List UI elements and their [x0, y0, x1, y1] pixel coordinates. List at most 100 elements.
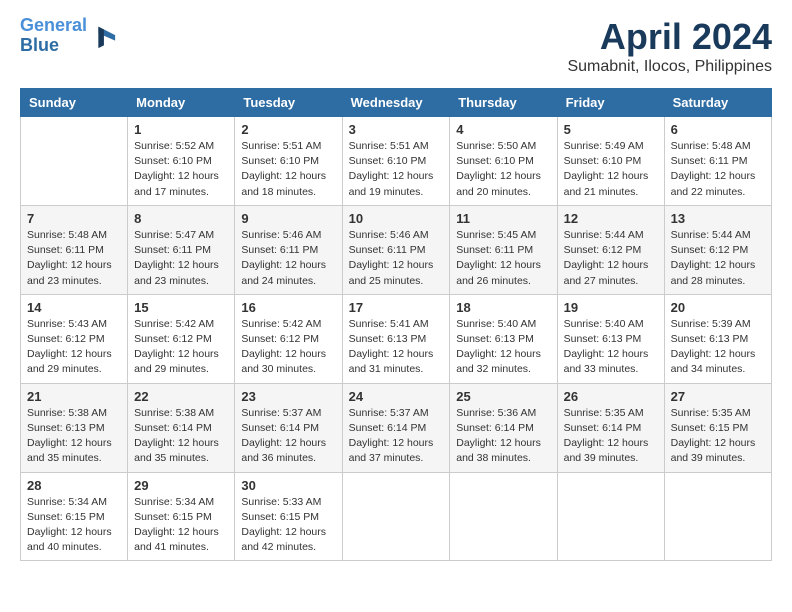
day-number: 16: [241, 300, 335, 315]
day-info: Sunrise: 5:36 AM Sunset: 6:14 PM Dayligh…: [456, 406, 550, 467]
day-number: 25: [456, 389, 550, 404]
calendar-cell: 25 Sunrise: 5:36 AM Sunset: 6:14 PM Dayli…: [450, 383, 557, 472]
day-info: Sunrise: 5:48 AM Sunset: 6:11 PM Dayligh…: [27, 228, 121, 289]
day-number: 5: [564, 122, 658, 137]
day-number: 26: [564, 389, 658, 404]
day-number: 20: [671, 300, 765, 315]
day-number: 1: [134, 122, 228, 137]
calendar-cell: 23 Sunrise: 5:37 AM Sunset: 6:14 PM Dayli…: [235, 383, 342, 472]
calendar-cell: 22 Sunrise: 5:38 AM Sunset: 6:14 PM Dayli…: [128, 383, 235, 472]
day-number: 29: [134, 478, 228, 493]
header-day-saturday: Saturday: [664, 89, 771, 117]
day-info: Sunrise: 5:38 AM Sunset: 6:13 PM Dayligh…: [27, 406, 121, 467]
calendar-cell: 26 Sunrise: 5:35 AM Sunset: 6:14 PM Dayli…: [557, 383, 664, 472]
calendar-cell: 13 Sunrise: 5:44 AM Sunset: 6:12 PM Dayli…: [664, 205, 771, 294]
day-info: Sunrise: 5:38 AM Sunset: 6:14 PM Dayligh…: [134, 406, 228, 467]
day-number: 19: [564, 300, 658, 315]
day-number: 23: [241, 389, 335, 404]
day-number: 17: [349, 300, 444, 315]
day-info: Sunrise: 5:43 AM Sunset: 6:12 PM Dayligh…: [27, 317, 121, 378]
day-number: 10: [349, 211, 444, 226]
day-info: Sunrise: 5:37 AM Sunset: 6:14 PM Dayligh…: [349, 406, 444, 467]
day-info: Sunrise: 5:49 AM Sunset: 6:10 PM Dayligh…: [564, 139, 658, 200]
calendar-cell: 10 Sunrise: 5:46 AM Sunset: 6:11 PM Dayli…: [342, 205, 450, 294]
calendar-cell: 16 Sunrise: 5:42 AM Sunset: 6:12 PM Dayli…: [235, 294, 342, 383]
calendar-cell: 19 Sunrise: 5:40 AM Sunset: 6:13 PM Dayli…: [557, 294, 664, 383]
header-day-thursday: Thursday: [450, 89, 557, 117]
day-number: 14: [27, 300, 121, 315]
day-info: Sunrise: 5:42 AM Sunset: 6:12 PM Dayligh…: [241, 317, 335, 378]
day-number: 21: [27, 389, 121, 404]
calendar-cell: [342, 472, 450, 561]
day-number: 4: [456, 122, 550, 137]
header-day-monday: Monday: [128, 89, 235, 117]
calendar-week-row: 7 Sunrise: 5:48 AM Sunset: 6:11 PM Daylig…: [21, 205, 772, 294]
day-number: 2: [241, 122, 335, 137]
calendar-week-row: 21 Sunrise: 5:38 AM Sunset: 6:13 PM Dayli…: [21, 383, 772, 472]
calendar-cell: 17Sunrise: 5:41 AM Sunset: 6:13 PM Dayli…: [342, 294, 450, 383]
calendar-cell: 12 Sunrise: 5:44 AM Sunset: 6:12 PM Dayli…: [557, 205, 664, 294]
calendar-cell: 8Sunrise: 5:47 AM Sunset: 6:11 PM Daylig…: [128, 205, 235, 294]
day-info: Sunrise: 5:34 AM Sunset: 6:15 PM Dayligh…: [27, 495, 121, 556]
calendar-header-row: SundayMondayTuesdayWednesdayThursdayFrid…: [21, 89, 772, 117]
calendar-week-row: 1 Sunrise: 5:52 AM Sunset: 6:10 PM Daylig…: [21, 117, 772, 206]
day-info: Sunrise: 5:37 AM Sunset: 6:14 PM Dayligh…: [241, 406, 335, 467]
calendar-cell: 11Sunrise: 5:45 AM Sunset: 6:11 PM Dayli…: [450, 205, 557, 294]
day-info: Sunrise: 5:39 AM Sunset: 6:13 PM Dayligh…: [671, 317, 765, 378]
day-number: 6: [671, 122, 765, 137]
day-info: Sunrise: 5:51 AM Sunset: 6:10 PM Dayligh…: [349, 139, 444, 200]
day-number: 7: [27, 211, 121, 226]
calendar-cell: [557, 472, 664, 561]
logo-text: GeneralBlue: [20, 16, 87, 56]
calendar-cell: 30Sunrise: 5:33 AM Sunset: 6:15 PM Dayli…: [235, 472, 342, 561]
day-info: Sunrise: 5:40 AM Sunset: 6:13 PM Dayligh…: [564, 317, 658, 378]
day-info: Sunrise: 5:50 AM Sunset: 6:10 PM Dayligh…: [456, 139, 550, 200]
day-info: Sunrise: 5:52 AM Sunset: 6:10 PM Dayligh…: [134, 139, 228, 200]
calendar-cell: 20 Sunrise: 5:39 AM Sunset: 6:13 PM Dayli…: [664, 294, 771, 383]
calendar-cell: 29 Sunrise: 5:34 AM Sunset: 6:15 PM Dayli…: [128, 472, 235, 561]
header-day-tuesday: Tuesday: [235, 89, 342, 117]
calendar-cell: 18Sunrise: 5:40 AM Sunset: 6:13 PM Dayli…: [450, 294, 557, 383]
day-info: Sunrise: 5:44 AM Sunset: 6:12 PM Dayligh…: [671, 228, 765, 289]
day-info: Sunrise: 5:47 AM Sunset: 6:11 PM Dayligh…: [134, 228, 228, 289]
calendar-cell: 7 Sunrise: 5:48 AM Sunset: 6:11 PM Daylig…: [21, 205, 128, 294]
day-info: Sunrise: 5:46 AM Sunset: 6:11 PM Dayligh…: [349, 228, 444, 289]
calendar-cell: 27 Sunrise: 5:35 AM Sunset: 6:15 PM Dayli…: [664, 383, 771, 472]
calendar-week-row: 28Sunrise: 5:34 AM Sunset: 6:15 PM Dayli…: [21, 472, 772, 561]
day-number: 3: [349, 122, 444, 137]
calendar-cell: 15Sunrise: 5:42 AM Sunset: 6:12 PM Dayli…: [128, 294, 235, 383]
day-info: Sunrise: 5:46 AM Sunset: 6:11 PM Dayligh…: [241, 228, 335, 289]
calendar-cell: 2Sunrise: 5:51 AM Sunset: 6:10 PM Daylig…: [235, 117, 342, 206]
day-info: Sunrise: 5:35 AM Sunset: 6:14 PM Dayligh…: [564, 406, 658, 467]
calendar-cell: 3 Sunrise: 5:51 AM Sunset: 6:10 PM Daylig…: [342, 117, 450, 206]
calendar-cell: 1 Sunrise: 5:52 AM Sunset: 6:10 PM Daylig…: [128, 117, 235, 206]
header-day-sunday: Sunday: [21, 89, 128, 117]
location-title: Sumabnit, Ilocos, Philippines: [567, 58, 772, 76]
calendar-cell: 24 Sunrise: 5:37 AM Sunset: 6:14 PM Dayli…: [342, 383, 450, 472]
day-info: Sunrise: 5:42 AM Sunset: 6:12 PM Dayligh…: [134, 317, 228, 378]
day-number: 13: [671, 211, 765, 226]
day-info: Sunrise: 5:48 AM Sunset: 6:11 PM Dayligh…: [671, 139, 765, 200]
calendar-cell: [450, 472, 557, 561]
day-number: 11: [456, 211, 550, 226]
logo: GeneralBlue: [20, 16, 117, 56]
day-info: Sunrise: 5:44 AM Sunset: 6:12 PM Dayligh…: [564, 228, 658, 289]
header-day-friday: Friday: [557, 89, 664, 117]
day-info: Sunrise: 5:35 AM Sunset: 6:15 PM Dayligh…: [671, 406, 765, 467]
day-number: 22: [134, 389, 228, 404]
calendar-cell: 4 Sunrise: 5:50 AM Sunset: 6:10 PM Daylig…: [450, 117, 557, 206]
day-number: 27: [671, 389, 765, 404]
header-day-wednesday: Wednesday: [342, 89, 450, 117]
day-number: 24: [349, 389, 444, 404]
calendar-cell: 6 Sunrise: 5:48 AM Sunset: 6:11 PM Daylig…: [664, 117, 771, 206]
calendar-cell: 28Sunrise: 5:34 AM Sunset: 6:15 PM Dayli…: [21, 472, 128, 561]
day-number: 12: [564, 211, 658, 226]
calendar-table: SundayMondayTuesdayWednesdayThursdayFrid…: [20, 88, 772, 561]
header: GeneralBlue April 2024 Sumabnit, Ilocos,…: [20, 16, 772, 76]
day-info: Sunrise: 5:34 AM Sunset: 6:15 PM Dayligh…: [134, 495, 228, 556]
calendar-cell: 21 Sunrise: 5:38 AM Sunset: 6:13 PM Dayli…: [21, 383, 128, 472]
calendar-week-row: 14 Sunrise: 5:43 AM Sunset: 6:12 PM Dayli…: [21, 294, 772, 383]
calendar-cell: 14 Sunrise: 5:43 AM Sunset: 6:12 PM Dayli…: [21, 294, 128, 383]
calendar-cell: [21, 117, 128, 206]
logo-icon: [89, 22, 117, 50]
